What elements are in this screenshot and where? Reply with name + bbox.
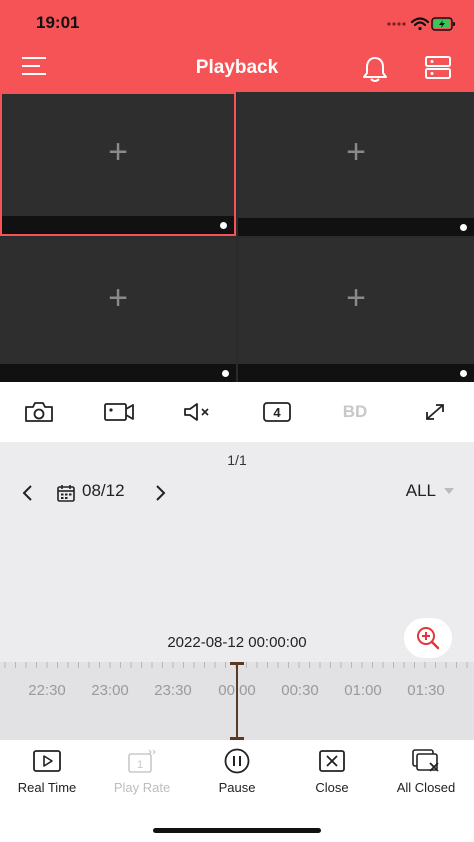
add-channel-icon[interactable]: + — [108, 135, 128, 169]
status-dot — [460, 370, 467, 377]
snapshot-button[interactable] — [22, 399, 56, 425]
video-grid: + + + + — [0, 92, 474, 382]
next-day-button[interactable] — [150, 482, 170, 504]
notifications-button[interactable] — [360, 54, 390, 84]
play-square-icon — [33, 750, 61, 772]
nav-label: Real Time — [17, 780, 77, 795]
chevron-right-icon — [156, 485, 166, 501]
speaker-muted-icon — [184, 403, 209, 421]
tile-status-bar — [2, 216, 234, 234]
calendar-icon[interactable] — [56, 483, 76, 503]
video-tile-3[interactable]: + — [0, 238, 236, 382]
page-indicator: 1/1 — [227, 452, 247, 468]
status-dot — [222, 370, 229, 377]
add-channel-icon[interactable]: + — [346, 135, 366, 169]
selected-date[interactable]: 08/12 — [82, 481, 125, 501]
split-screen-button[interactable]: 4 — [260, 399, 294, 425]
timeline-ruler[interactable]: 22:30 23:00 23:30 00:00 00:30 01:00 01:3… — [0, 662, 474, 740]
tile-status-bar — [0, 364, 236, 382]
status-time: 19:01 — [36, 13, 80, 32]
filter-label: ALL — [405, 481, 436, 500]
nav-label: Play Rate — [113, 780, 171, 795]
nav-label: Pause — [218, 780, 256, 795]
tick-label: 01:30 — [407, 682, 445, 699]
tick-label: 23:30 — [154, 682, 192, 699]
video-tile-1[interactable]: + — [0, 92, 236, 236]
status-icons — [387, 17, 455, 31]
device-list-icon — [425, 56, 451, 79]
home-indicator — [153, 828, 321, 833]
tile-status-bar — [238, 364, 474, 382]
close-all-icon — [412, 749, 439, 772]
status-dot — [220, 222, 227, 229]
tick-label: 23:00 — [91, 682, 129, 699]
mute-button[interactable] — [181, 399, 215, 425]
play-rate-icon: 1 — [128, 749, 156, 773]
status-dot — [460, 224, 467, 231]
record-type-filter[interactable]: ALL — [406, 481, 454, 501]
device-list-button[interactable] — [424, 54, 454, 84]
split-count-label: 4 — [273, 405, 281, 420]
caret-down-icon — [444, 488, 454, 494]
tick-label: 00:30 — [281, 682, 319, 699]
tile-status-bar — [238, 218, 474, 236]
fullscreen-icon — [426, 404, 444, 420]
close-square-icon — [319, 750, 345, 772]
video-tile-2[interactable]: + — [238, 92, 474, 236]
tick-label: 22:30 — [28, 682, 66, 699]
quality-button[interactable]: BD — [338, 399, 372, 425]
app-header: 19:01 Playback — [0, 0, 474, 92]
battery-charging-icon — [431, 17, 455, 31]
real-time-button[interactable]: Real Time — [0, 748, 94, 795]
timeline-panel: 1/1 08/12 ALL 2022-08-12 00:00:00 22:30 … — [0, 442, 474, 740]
add-channel-icon[interactable]: + — [346, 281, 366, 315]
play-rate-button[interactable]: 1 Play Rate — [95, 748, 189, 795]
bottom-action-bar: Real Time 1 Play Rate Pause Close All Cl… — [0, 740, 474, 842]
playhead-line[interactable] — [236, 662, 238, 740]
add-channel-icon[interactable]: + — [108, 281, 128, 315]
video-record-icon — [104, 403, 134, 421]
close-button[interactable]: Close — [285, 748, 379, 795]
playback-toolbar: 4 BD — [0, 382, 474, 442]
wifi-icon — [410, 17, 430, 31]
tick-label: 01:00 — [344, 682, 382, 699]
date-selector: 08/12 ALL — [0, 480, 474, 506]
previous-day-button[interactable] — [18, 482, 38, 504]
nav-label: Close — [315, 780, 349, 795]
split-count-icon: 4 — [263, 402, 291, 422]
page-title: Playback — [195, 57, 279, 78]
chevron-left-icon — [22, 485, 32, 501]
camera-icon — [25, 402, 53, 422]
pause-button[interactable]: Pause — [190, 748, 284, 795]
nav-label: All Closed — [396, 780, 456, 795]
bell-icon — [363, 57, 387, 82]
current-timestamp: 2022-08-12 00:00:00 — [167, 634, 307, 651]
all-closed-button[interactable]: All Closed — [379, 748, 473, 795]
svg-text:1: 1 — [137, 759, 143, 771]
fullscreen-button[interactable] — [418, 399, 452, 425]
signal-dots-icon — [387, 22, 406, 26]
pause-circle-icon — [224, 748, 250, 774]
video-tile-4[interactable]: + — [238, 238, 474, 382]
record-button[interactable] — [102, 399, 136, 425]
